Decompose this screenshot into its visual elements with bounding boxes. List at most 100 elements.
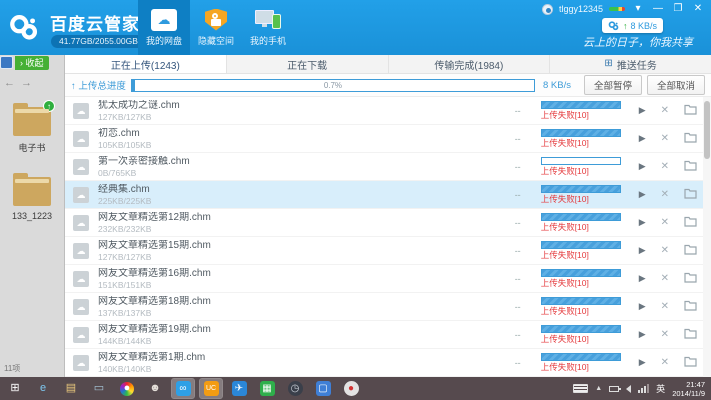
remove-task-button[interactable]: ✕ [661,105,669,116]
transfer-row[interactable]: ☁ 初恋.chm 105KB/105KB -- 上传失败[10] ▶ ✕ [65,125,711,153]
pause-all-button[interactable]: 全部暂停 [584,75,642,95]
cancel-all-button[interactable]: 全部取消 [647,75,705,95]
folder-label[interactable]: 电子书 [0,141,64,154]
open-folder-button[interactable] [684,326,697,344]
transfer-row[interactable]: ☁ 网友文章精选第15期.chm 127KB/127KB -- 上传失败[10]… [65,237,711,265]
nav-item-my-devices[interactable]: 我的手机 [242,0,294,55]
open-folder-button[interactable] [684,186,697,204]
clock-app[interactable]: ◷ [284,379,306,398]
row-progress: 上传失败[10] [541,269,625,288]
green-app[interactable]: ▦ [256,379,278,398]
remove-task-button[interactable]: ✕ [661,301,669,312]
media-pinwheel[interactable]: ● [116,379,138,398]
transfer-row[interactable]: ☁ 经典集.chm 225KB/225KB -- 上传失败[10] ▶ ✕ [65,181,711,209]
tab[interactable]: ⊞ 传输完成(1984) [389,55,551,73]
remove-task-button[interactable]: ✕ [661,189,669,200]
transfer-row[interactable]: ☁ 网友文章精选第1期.chm 140KB/140KB -- 上传失败[10] … [65,349,711,377]
tab[interactable]: ⊞ 正在下载 [227,55,389,73]
uc-browser-glyph: UC [204,381,219,396]
open-folder-button[interactable] [684,298,697,316]
language-indicator[interactable]: 英 [656,382,665,395]
contacts-app-glyph: ☻ [149,383,161,394]
nav-item-my-drive[interactable]: ☁ 我的网盘 [138,0,190,55]
collapse-button[interactable]: › 收起 [15,56,49,70]
remove-task-button[interactable]: ✕ [661,217,669,228]
remove-task-button[interactable]: ✕ [661,329,669,340]
folder-label[interactable]: 133_1223 [0,211,64,221]
retry-upload-button[interactable]: ▶ [639,329,646,340]
transfer-row[interactable]: ☁ 网友文章精选第18期.chm 137KB/137KB -- 上传失败[10]… [65,293,711,321]
open-folder-button[interactable] [684,158,697,176]
row-progress-bar [541,241,621,249]
transfer-row[interactable]: ☁ 网友文章精选第19期.chm 144KB/144KB -- 上传失败[10]… [65,321,711,349]
media-pinwheel-glyph: ● [120,382,134,396]
remove-task-button[interactable]: ✕ [661,133,669,144]
file-explorer[interactable]: ▤ [60,379,82,398]
folder-icon-ebooks[interactable]: ↑ [13,107,51,136]
bird-app[interactable]: ✈ [228,379,250,398]
retry-upload-button[interactable]: ▶ [639,189,646,200]
username[interactable]: tlggy12345 [559,4,603,14]
open-folder-button[interactable] [684,270,697,288]
retry-upload-button[interactable]: ▶ [639,133,646,144]
show-hidden-icons-chevron[interactable]: ▲ [595,385,602,392]
uc-browser[interactable]: UC [200,379,222,398]
transfer-row[interactable]: ☁ 第一次亲密接触.chm 0B/765KB -- 上传失败[10] ▶ ✕ [65,153,711,181]
retry-upload-button[interactable]: ▶ [639,357,646,368]
remove-task-button[interactable]: ✕ [661,161,669,172]
retry-upload-button[interactable]: ▶ [639,273,646,284]
retry-upload-button[interactable]: ▶ [639,161,646,172]
file-size: 140KB/140KB [98,364,515,374]
ie-browser[interactable]: e [32,379,54,398]
user-avatar[interactable] [542,4,553,15]
baidu-cloud-logo-icon [8,11,42,45]
open-folder-button[interactable] [684,354,697,372]
blue-window-app[interactable]: ▢ [312,379,334,398]
start-button[interactable]: ⊞ [4,379,26,398]
forward-arrow-icon[interactable]: → [21,77,38,89]
display-app[interactable]: ▭ [88,379,110,398]
battery-icon[interactable] [609,386,619,392]
row-speed: -- [515,246,541,256]
transfer-row[interactable]: ☁ 犹太成功之谜.chm 127KB/127KB -- 上传失败[10] ▶ ✕ [65,97,711,125]
mini-window-icon[interactable] [0,56,13,69]
tab[interactable]: ⊞ 推送任务 [550,55,711,73]
taskbar-clock[interactable]: 21:47 2014/11/9 [672,380,707,398]
gray-red-app[interactable]: ● [340,379,362,398]
retry-upload-button[interactable]: ▶ [639,217,646,228]
tab[interactable]: ⊞ 正在上传(1243) [65,55,227,73]
remove-task-button[interactable]: ✕ [661,245,669,256]
transfer-row[interactable]: ☁ 网友文章精选第16期.chm 151KB/151KB -- 上传失败[10]… [65,265,711,293]
open-folder-button[interactable] [684,242,697,260]
open-folder-button[interactable] [684,102,697,120]
remove-task-button[interactable]: ✕ [661,357,669,368]
folder-icon-133-1223[interactable] [13,177,51,206]
restore-button[interactable]: ❐ [671,3,685,15]
row-speed: -- [515,162,541,172]
open-folder-button[interactable] [684,214,697,232]
row-progress-fill [542,186,620,192]
scrollbar[interactable]: ▲ [703,97,711,377]
contacts-app[interactable]: ☻ [144,379,166,398]
transfer-row[interactable]: ☁ 网友文章精选第12期.chm 232KB/232KB -- 上传失败[10]… [65,209,711,237]
back-arrow-icon[interactable]: ← [4,77,21,89]
open-folder-button[interactable] [684,130,697,148]
speaker-icon[interactable] [626,385,631,393]
row-actions: ▶ ✕ [639,270,697,288]
network-signal-icon[interactable] [638,384,649,393]
tab-bar: ⊞ 正在上传(1243) ⊞ 正在下载 ⊞ 传输完成(1984) ⊞ 推送任务 [65,55,711,74]
explorer-nav-arrows[interactable]: ←→ [4,77,38,89]
touch-keyboard-icon[interactable] [573,384,588,393]
nav-item-hidden-space[interactable]: 隐藏空间 [190,0,242,55]
retry-upload-button[interactable]: ▶ [639,301,646,312]
scrollbar-thumb[interactable] [704,101,710,159]
menu-dropdown-button[interactable]: ▾ [631,3,645,15]
close-button[interactable]: ✕ [691,3,705,15]
upload-sync-badge: ↑ [43,100,55,112]
retry-upload-button[interactable]: ▶ [639,105,646,116]
baidu-cloud-app[interactable]: ∞ [172,379,194,398]
row-actions: ▶ ✕ [639,130,697,148]
remove-task-button[interactable]: ✕ [661,273,669,284]
minimize-button[interactable]: — [651,3,665,15]
retry-upload-button[interactable]: ▶ [639,245,646,256]
